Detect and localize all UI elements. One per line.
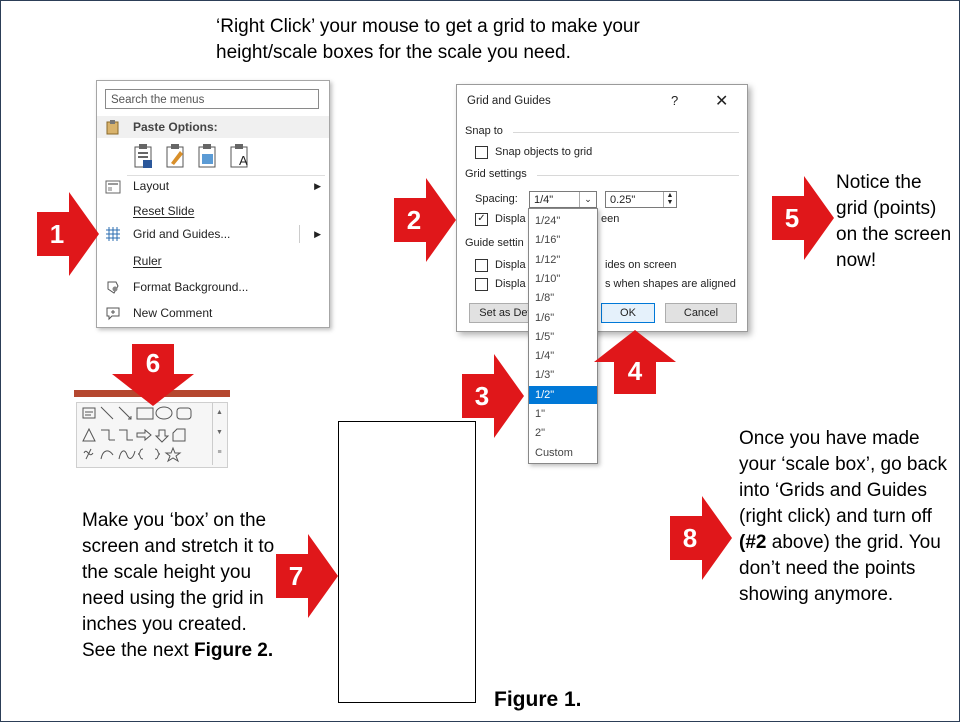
search-menus-input[interactable]: Search the menus — [105, 89, 319, 109]
chevron-right-icon[interactable]: ▶ — [314, 229, 321, 240]
step-7-text: Make you ‘box’ on the screen and stretch… — [82, 508, 282, 664]
menu-item-grid-and-guides[interactable]: Grid and Guides... — [133, 227, 230, 241]
dropdown-option[interactable]: 1/5" — [529, 328, 597, 346]
step-8-arrow: 8 — [670, 496, 732, 580]
snap-objects-label: Snap objects to grid — [495, 146, 593, 158]
menu-item-ruler[interactable]: Ruler — [133, 254, 162, 268]
dropdown-option[interactable]: 1/2" — [529, 385, 597, 404]
grid-icon — [106, 227, 120, 241]
step-8-text-part1: Once you have made your ‘scale box’, go … — [739, 428, 948, 527]
split-divider — [299, 225, 300, 243]
snap-objects-checkbox[interactable] — [475, 146, 488, 159]
header-instruction: ‘Right Click’ your mouse to get a grid t… — [216, 16, 640, 63]
dropdown-option[interactable]: Custom — [529, 444, 597, 462]
dropdown-option[interactable]: 1/4" — [529, 347, 597, 365]
step-7-number: 7 — [288, 561, 304, 591]
menu-item-grid-row[interactable]: Grid and Guides... ▶ — [97, 221, 329, 247]
display-guides-label-tail: ides on screen — [605, 259, 677, 271]
dropdown-option[interactable]: 1" — [529, 405, 597, 423]
step-8-text-bold: (#2 — [739, 532, 767, 553]
chevron-down-icon[interactable]: ⌄ — [579, 192, 596, 207]
step-7-arrow: 7 — [276, 534, 338, 618]
display-guides-label: Displa — [495, 259, 526, 271]
menu-item-format-background[interactable]: Format Background... — [133, 280, 248, 294]
guide-settings-heading: Guide settin — [465, 237, 524, 249]
section-divider — [513, 132, 739, 133]
step-8-number: 8 — [682, 523, 698, 553]
step-7-text-main: Make you ‘box’ on the screen and stretch… — [82, 510, 275, 661]
step-6-number: 6 — [145, 348, 161, 378]
shapes-panel: ▲ ▼ ≡ — [76, 402, 228, 468]
spacing-combo[interactable]: 1/4" ⌄ — [529, 191, 597, 208]
paste-options-label: Paste Options: — [133, 120, 218, 134]
dropdown-option[interactable]: 1/24" — [529, 212, 597, 230]
step-8-text-part2: above) the grid. You don’t need the poin… — [739, 532, 941, 605]
snap-to-heading: Snap to — [465, 125, 503, 137]
step-5-number: 5 — [784, 203, 800, 233]
figure-caption: Figure 1. — [494, 688, 582, 711]
step-4-number: 4 — [627, 356, 643, 386]
dropdown-option[interactable]: 1/8" — [529, 289, 597, 307]
dropdown-option[interactable]: 1/16" — [529, 231, 597, 249]
cancel-button[interactable]: Cancel — [665, 303, 737, 323]
step-4-arrow: 4 — [594, 330, 676, 394]
paste-option-icons[interactable]: A — [133, 143, 255, 171]
spacing-number-value: 0.25" — [610, 194, 636, 206]
step-3-number: 3 — [474, 381, 490, 411]
display-guides-checkbox[interactable] — [475, 259, 488, 272]
clipboard-icon — [106, 120, 119, 135]
step-2-arrow: 2 — [394, 178, 456, 262]
chevron-right-icon: ▶ — [314, 181, 321, 191]
menu-separator — [127, 175, 325, 176]
dropdown-option[interactable]: 2" — [529, 424, 597, 442]
step-8-text: Once you have made your ‘scale box’, go … — [739, 426, 949, 608]
smart-guides-label: Displa — [495, 278, 526, 290]
spacing-value: 1/4" — [534, 194, 554, 206]
new-comment-icon — [106, 307, 120, 321]
help-button[interactable]: ? — [671, 93, 678, 108]
gallery-scroll[interactable]: ▲ ▼ ≡ — [212, 403, 226, 465]
smart-guides-checkbox[interactable] — [475, 278, 488, 291]
spacing-number-field[interactable]: 0.25" ▲ ▼ — [605, 191, 677, 208]
dropdown-option[interactable]: 1/3" — [529, 366, 597, 384]
scale-box-rectangle — [338, 421, 476, 703]
spacing-dropdown-list: 1/24" 1/16" 1/12" 1/10" 1/8" 1/6" 1/5" 1/4" 1/3"… — [528, 208, 598, 464]
context-menu: Search the menus Paste Options: A Layout… — [96, 80, 330, 328]
menu-item-reset-slide[interactable]: Reset Slide — [133, 204, 194, 218]
dialog-title: Grid and Guides — [467, 95, 551, 107]
section-divider — [537, 175, 739, 176]
step-5-text: Notice the grid (points) on the screen n… — [836, 172, 952, 271]
dropdown-option[interactable]: 1/6" — [529, 309, 597, 327]
close-icon[interactable]: ✕ — [715, 91, 728, 111]
dropdown-option[interactable]: 1/10" — [529, 270, 597, 288]
step-1-number: 1 — [49, 219, 65, 249]
step-1-arrow: 1 — [37, 192, 99, 276]
grid-settings-heading: Grid settings — [465, 168, 527, 180]
step-6-arrow: 6 — [112, 344, 194, 406]
step-2-number: 2 — [406, 205, 422, 235]
display-grid-checkbox[interactable]: ✓ — [475, 213, 488, 226]
paste-options-header: Paste Options: — [97, 116, 329, 138]
spacing-label: Spacing: — [475, 193, 518, 205]
menu-item-new-comment[interactable]: New Comment — [133, 306, 212, 320]
smart-guides-label-tail: s when shapes are aligned — [605, 278, 736, 290]
menu-item-layout[interactable]: Layout — [133, 179, 169, 193]
format-background-icon — [107, 281, 119, 294]
display-grid-label: Displa — [495, 213, 526, 225]
shapes-icons[interactable] — [77, 403, 227, 467]
display-grid-label-tail: een — [601, 213, 620, 225]
spinner-icon[interactable]: ▲ ▼ — [663, 192, 676, 207]
ok-button[interactable]: OK — [601, 303, 655, 323]
figure-2-reference: Figure 2. — [193, 640, 274, 661]
dropdown-option[interactable]: 1/12" — [529, 251, 597, 269]
svg-text:A: A — [239, 153, 248, 168]
layout-icon — [105, 180, 121, 194]
grid-and-guides-dialog: Grid and Guides ? ✕ Snap to Snap objects… — [456, 84, 748, 332]
step-5-arrow: 5 — [772, 176, 834, 260]
